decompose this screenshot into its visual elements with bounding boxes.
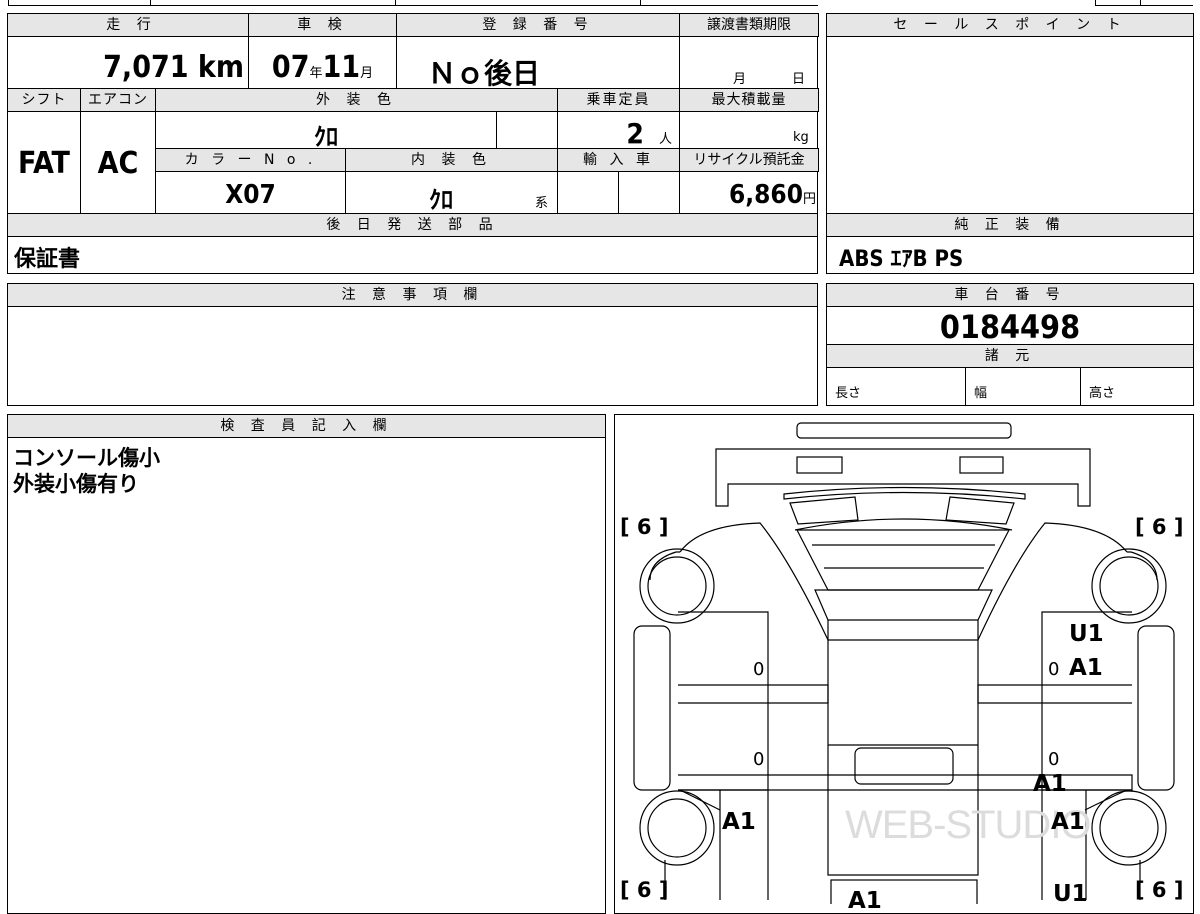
damage-mark-a1-trunk: A1: [848, 888, 882, 914]
aircon-header: エアコン: [80, 88, 156, 112]
mileage-value: 7,071 km: [103, 50, 244, 85]
interior-color-value: ｸﾛ: [429, 186, 453, 214]
inspector-box: 検 査 員 記 入 欄 コンソール傷小 外装小傷有り: [7, 414, 606, 914]
transfer-deadline-header: 譲渡書類期限: [679, 13, 819, 37]
capacity-header: 乗車定員: [557, 88, 680, 112]
door-mark-left-rear: 0: [753, 749, 765, 770]
damage-mark-a1-right-door: A1: [1069, 655, 1103, 681]
max-load-header: 最大積載量: [679, 88, 819, 112]
tire-label-rear-left: [ 6 ]: [620, 878, 669, 902]
color-no-header: カ ラ ー N o .: [155, 148, 346, 172]
deadline-month: 月: [733, 72, 747, 87]
shift-value: FAT: [18, 146, 70, 181]
max-load-unit: kg: [793, 130, 809, 145]
shift-header: シフト: [7, 88, 81, 112]
genuine-equipment-box: 純 正 装 備 ABS ｴｱB PS: [826, 213, 1194, 274]
inspector-line-2: 外装小傷有り: [13, 472, 139, 496]
spec-table: 走 行 車 検 登 録 番 号 譲渡書類期限 7,071 km 07年11月 Ｎ…: [7, 13, 819, 214]
dims-header: 諸 元: [826, 344, 1194, 368]
damage-mark-u1-top: U1: [1069, 621, 1104, 647]
import-header: 輸 入 車: [557, 148, 680, 172]
damage-mark-u1-bottom: U1: [1053, 881, 1088, 907]
sales-point-box: セ ー ル ス ポ イ ン ト: [826, 13, 1194, 214]
aircon-value: AC: [97, 146, 139, 181]
mileage-header: 走 行: [7, 13, 256, 37]
chassis-header: 車 台 番 号: [826, 283, 1194, 307]
recycle-header: リサイクル預託金: [679, 148, 819, 172]
tire-label-front-right: [ 6 ]: [1135, 515, 1184, 539]
notes-header: 注 意 事 項 欄: [7, 283, 818, 307]
damage-mark-a1-left-rear: A1: [722, 809, 756, 835]
chassis-box: 車 台 番 号 0184498 諸 元 長さ 幅 高さ: [826, 283, 1194, 406]
registration-header: 登 録 番 号: [396, 13, 680, 37]
door-mark-right-rear: 0: [1048, 749, 1060, 770]
dims-width: 幅: [974, 386, 988, 401]
interior-color-header: 内 装 色: [345, 148, 558, 172]
interior-suffix: 系: [535, 196, 549, 211]
recycle-value: 6,860円: [728, 180, 816, 210]
exterior-color-value: ｸﾛ: [314, 123, 338, 151]
top-cropped-strip: [0, 0, 1200, 6]
tire-label-front-left: [ 6 ]: [620, 515, 669, 539]
later-parts-value: 保証書: [14, 247, 81, 272]
capacity-value: 2 人: [626, 117, 672, 150]
genuine-equipment-value: ABS ｴｱB PS: [839, 247, 964, 272]
damage-mark-a1-right-rear: A1: [1051, 809, 1085, 835]
tire-label-rear-right: [ 6 ]: [1135, 878, 1184, 902]
registration-value: Ｎｏ後日: [428, 57, 541, 90]
car-diagram-box: WEB-STUDIO [ 6 ] [ 6 ] [ 6 ] [ 6 ] 0 0 0…: [614, 414, 1194, 914]
door-mark-right-front: 0: [1048, 659, 1060, 680]
genuine-equipment-header: 純 正 装 備: [826, 213, 1194, 237]
exterior-color-header: 外 装 色: [155, 88, 558, 112]
later-parts-header: 後 日 発 送 部 品: [7, 213, 818, 237]
sales-point-header: セ ー ル ス ポ イ ン ト: [826, 13, 1194, 37]
damage-mark-a1-sill: A1: [1033, 771, 1067, 797]
inspection-header: 車 検: [248, 13, 397, 37]
inspection-date: 07年11月: [271, 50, 374, 85]
chassis-value: 0184498: [939, 308, 1081, 346]
color-no-value: X07: [225, 180, 276, 210]
door-mark-left-front: 0: [753, 659, 765, 680]
dims-length: 長さ: [835, 386, 862, 401]
inspector-header: 検 査 員 記 入 欄: [7, 414, 606, 438]
dims-height: 高さ: [1089, 386, 1116, 401]
later-parts-box: 後 日 発 送 部 品 保証書: [7, 213, 818, 274]
notes-box: 注 意 事 項 欄: [7, 283, 818, 406]
deadline-day: 日: [792, 72, 806, 87]
